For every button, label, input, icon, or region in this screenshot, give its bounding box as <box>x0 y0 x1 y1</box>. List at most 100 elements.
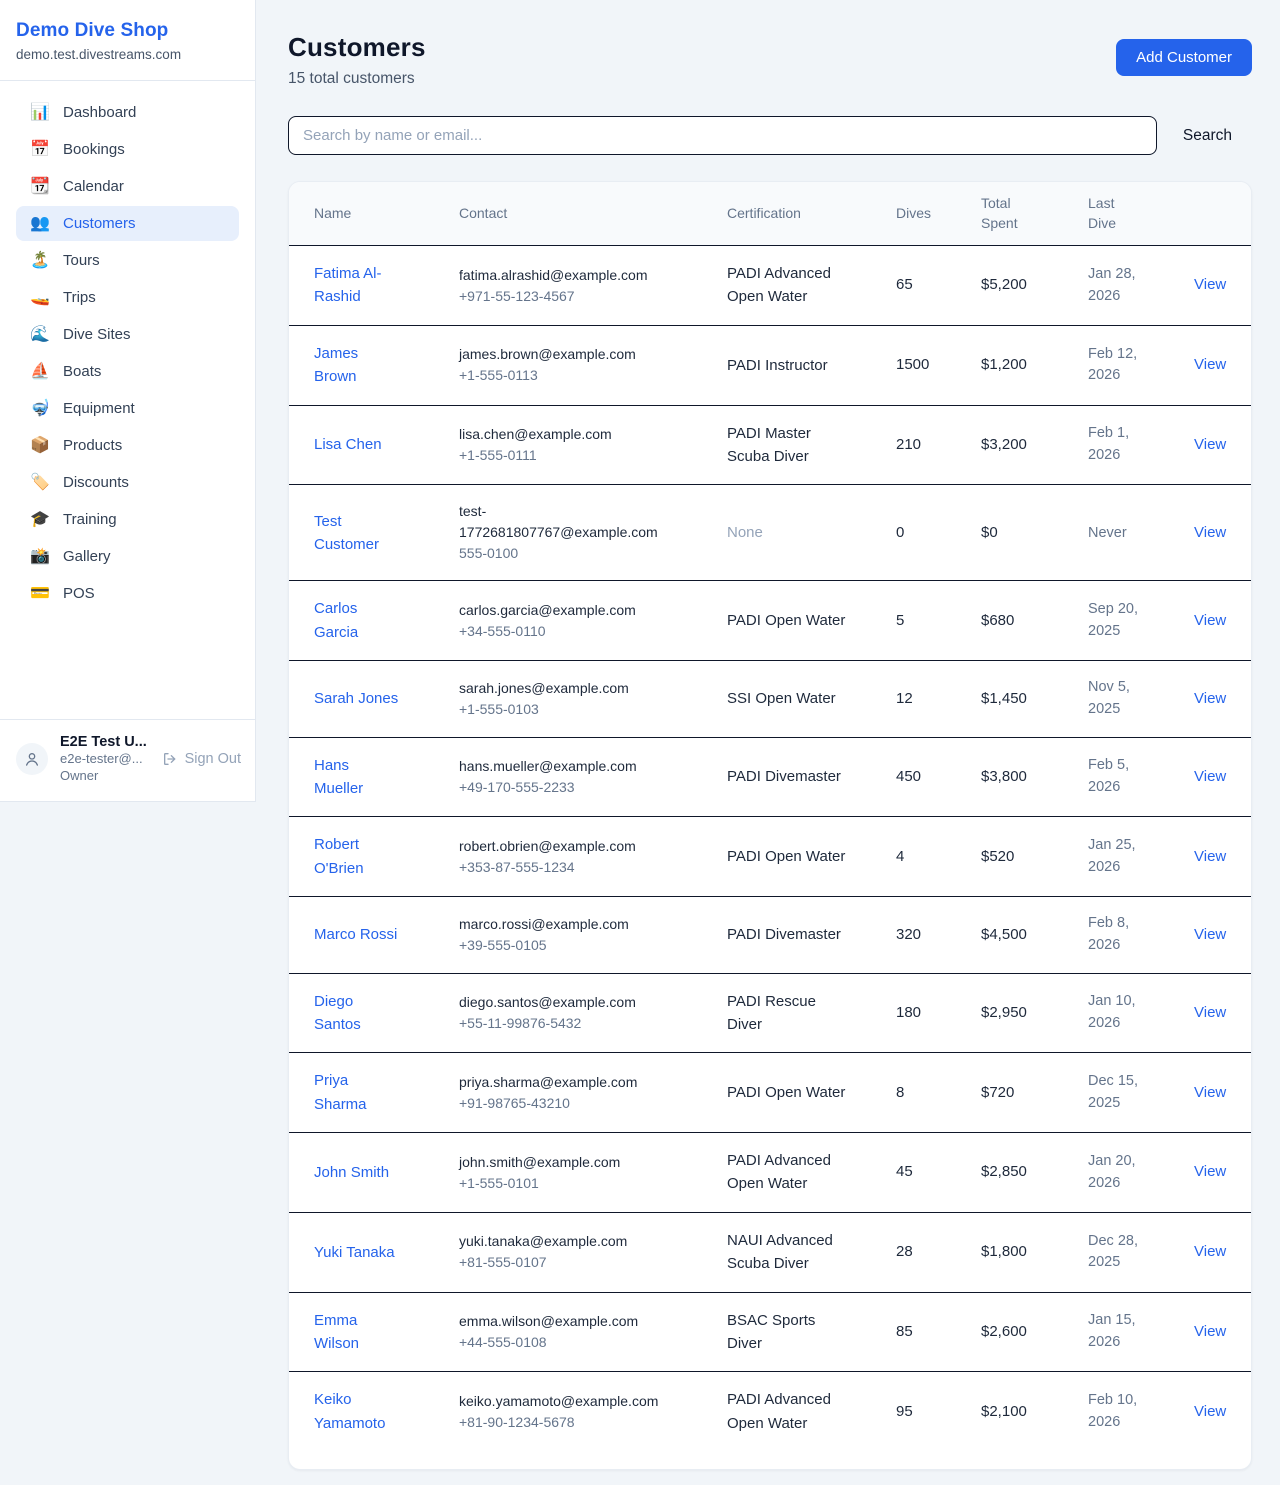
sidebar-item-tours[interactable]: 🏝️ Tours <box>16 243 239 278</box>
customer-certification: SSI Open Water <box>727 687 836 710</box>
customer-phone: +34-555-0110 <box>459 621 703 642</box>
sidebar-item-discounts[interactable]: 🏷️ Discounts <box>16 465 239 500</box>
customer-name-link[interactable]: Diego Santos <box>314 990 400 1037</box>
view-link[interactable]: View <box>1194 356 1226 373</box>
sidebar-item-bookings[interactable]: 📅 Bookings <box>16 132 239 167</box>
user-info: E2E Test U... e2e-tester@... Owner <box>60 734 150 785</box>
customer-certification: PADI Master Scuba Diver <box>727 422 847 469</box>
customer-name-link[interactable]: Hans Mueller <box>314 754 400 801</box>
customer-name-link[interactable]: Sarah Jones <box>314 687 398 710</box>
column-header-actions <box>1194 182 1252 246</box>
view-link[interactable]: View <box>1194 690 1226 707</box>
customer-certification: PADI Open Water <box>727 1081 845 1104</box>
table-row: James Brown james.brown@example.com +1-5… <box>289 325 1252 405</box>
sidebar-item-gallery[interactable]: 📸 Gallery <box>16 539 239 574</box>
view-link[interactable]: View <box>1194 1084 1226 1101</box>
sidebar-item-training[interactable]: 🎓 Training <box>16 502 239 537</box>
customer-dives: 210 <box>896 405 981 485</box>
customer-email: hans.mueller@example.com <box>459 756 661 777</box>
customer-name-link[interactable]: Priya Sharma <box>314 1069 400 1116</box>
sidebar-item-pos[interactable]: 💳 POS <box>16 576 239 611</box>
view-link[interactable]: View <box>1194 1004 1226 1021</box>
customer-dives: 8 <box>896 1053 981 1133</box>
customer-name-link[interactable]: Marco Rossi <box>314 923 397 946</box>
view-link[interactable]: View <box>1194 926 1226 943</box>
customer-email: lisa.chen@example.com <box>459 424 661 445</box>
shop-domain: demo.test.divestreams.com <box>16 47 239 62</box>
gallery-icon: 📸 <box>30 549 50 565</box>
customer-name-link[interactable]: Robert O'Brien <box>314 833 400 880</box>
table-row: Sarah Jones sarah.jones@example.com +1-5… <box>289 661 1252 738</box>
view-link[interactable]: View <box>1194 436 1226 453</box>
sign-out-button[interactable]: Sign Out <box>162 751 241 767</box>
dive-sites-icon: 🌊 <box>30 327 50 343</box>
view-link[interactable]: View <box>1194 1403 1226 1420</box>
customer-name-link[interactable]: James Brown <box>314 342 400 389</box>
table-row: Diego Santos diego.santos@example.com +5… <box>289 973 1252 1053</box>
customer-certification: PADI Advanced Open Water <box>727 262 847 309</box>
sidebar-item-equipment[interactable]: 🤿 Equipment <box>16 391 239 426</box>
customer-total-spent: $720 <box>981 1053 1088 1133</box>
equipment-icon: 🤿 <box>30 401 50 417</box>
customer-name-link[interactable]: Fatima Al-Rashid <box>314 262 400 309</box>
customer-certification: PADI Instructor <box>727 354 828 377</box>
customer-name-link[interactable]: Keiko Yamamoto <box>314 1388 400 1435</box>
customer-phone: +1-555-0113 <box>459 365 703 386</box>
sidebar-item-dashboard[interactable]: 📊 Dashboard <box>16 95 239 130</box>
add-customer-button[interactable]: Add Customer <box>1116 39 1252 76</box>
customer-dives: 12 <box>896 661 981 738</box>
customer-email: fatima.alrashid@example.com <box>459 265 661 286</box>
view-link[interactable]: View <box>1194 612 1226 629</box>
table-row: John Smith john.smith@example.com +1-555… <box>289 1133 1252 1213</box>
view-link[interactable]: View <box>1194 848 1226 865</box>
customer-name-link[interactable]: Lisa Chen <box>314 433 382 456</box>
search-button[interactable]: Search <box>1157 127 1252 145</box>
sidebar: Demo Dive Shop demo.test.divestreams.com… <box>0 0 256 802</box>
sidebar-item-boats[interactable]: ⛵ Boats <box>16 354 239 389</box>
customer-phone: +55-11-99876-5432 <box>459 1013 703 1034</box>
customer-total-spent: $2,850 <box>981 1133 1088 1213</box>
view-link[interactable]: View <box>1194 1323 1226 1340</box>
avatar <box>16 743 48 775</box>
training-icon: 🎓 <box>30 512 50 528</box>
view-link[interactable]: View <box>1194 1163 1226 1180</box>
customer-phone: 555-0100 <box>459 543 703 564</box>
customer-total-spent: $0 <box>981 485 1088 581</box>
sidebar-item-dive-sites[interactable]: 🌊 Dive Sites <box>16 317 239 352</box>
view-link[interactable]: View <box>1194 524 1226 541</box>
customer-name-link[interactable]: Yuki Tanaka <box>314 1241 395 1264</box>
view-link[interactable]: View <box>1194 276 1226 293</box>
table-row: Lisa Chen lisa.chen@example.com +1-555-0… <box>289 405 1252 485</box>
customer-dives: 95 <box>896 1372 981 1451</box>
customer-last-dive: Feb 10, 2026 <box>1088 1390 1148 1434</box>
customer-name-link[interactable]: Emma Wilson <box>314 1309 400 1356</box>
customer-last-dive: Nov 5, 2025 <box>1088 677 1148 721</box>
customer-name-link[interactable]: Test Customer <box>314 510 400 557</box>
customer-phone: +39-555-0105 <box>459 935 703 956</box>
table-row: Yuki Tanaka yuki.tanaka@example.com +81-… <box>289 1212 1252 1292</box>
sidebar-item-calendar[interactable]: 📆 Calendar <box>16 169 239 204</box>
customer-phone: +49-170-555-2233 <box>459 777 703 798</box>
customer-total-spent: $2,100 <box>981 1372 1088 1451</box>
discounts-icon: 🏷️ <box>30 475 50 491</box>
customer-email: priya.sharma@example.com <box>459 1072 661 1093</box>
customer-name-link[interactable]: Carlos Garcia <box>314 597 400 644</box>
view-link[interactable]: View <box>1194 1243 1226 1260</box>
customer-dives: 5 <box>896 581 981 661</box>
customer-email: carlos.garcia@example.com <box>459 600 661 621</box>
view-link[interactable]: View <box>1194 768 1226 785</box>
customer-name-link[interactable]: John Smith <box>314 1161 389 1184</box>
pos-icon: 💳 <box>30 586 50 602</box>
search-input[interactable] <box>288 116 1157 155</box>
sidebar-item-trips[interactable]: 🚤 Trips <box>16 280 239 315</box>
customers-table-body: Fatima Al-Rashid fatima.alrashid@example… <box>289 246 1252 1452</box>
boats-icon: ⛵ <box>30 364 50 380</box>
tours-icon: 🏝️ <box>30 253 50 269</box>
customer-total-spent: $5,200 <box>981 246 1088 326</box>
brand-header: Demo Dive Shop demo.test.divestreams.com <box>0 0 255 81</box>
search-bar: Search <box>288 116 1252 155</box>
sidebar-item-customers[interactable]: 👥 Customers <box>16 206 239 241</box>
customer-email: emma.wilson@example.com <box>459 1311 661 1332</box>
sidebar-item-products[interactable]: 📦 Products <box>16 428 239 463</box>
customer-last-dive: Feb 5, 2026 <box>1088 755 1148 799</box>
